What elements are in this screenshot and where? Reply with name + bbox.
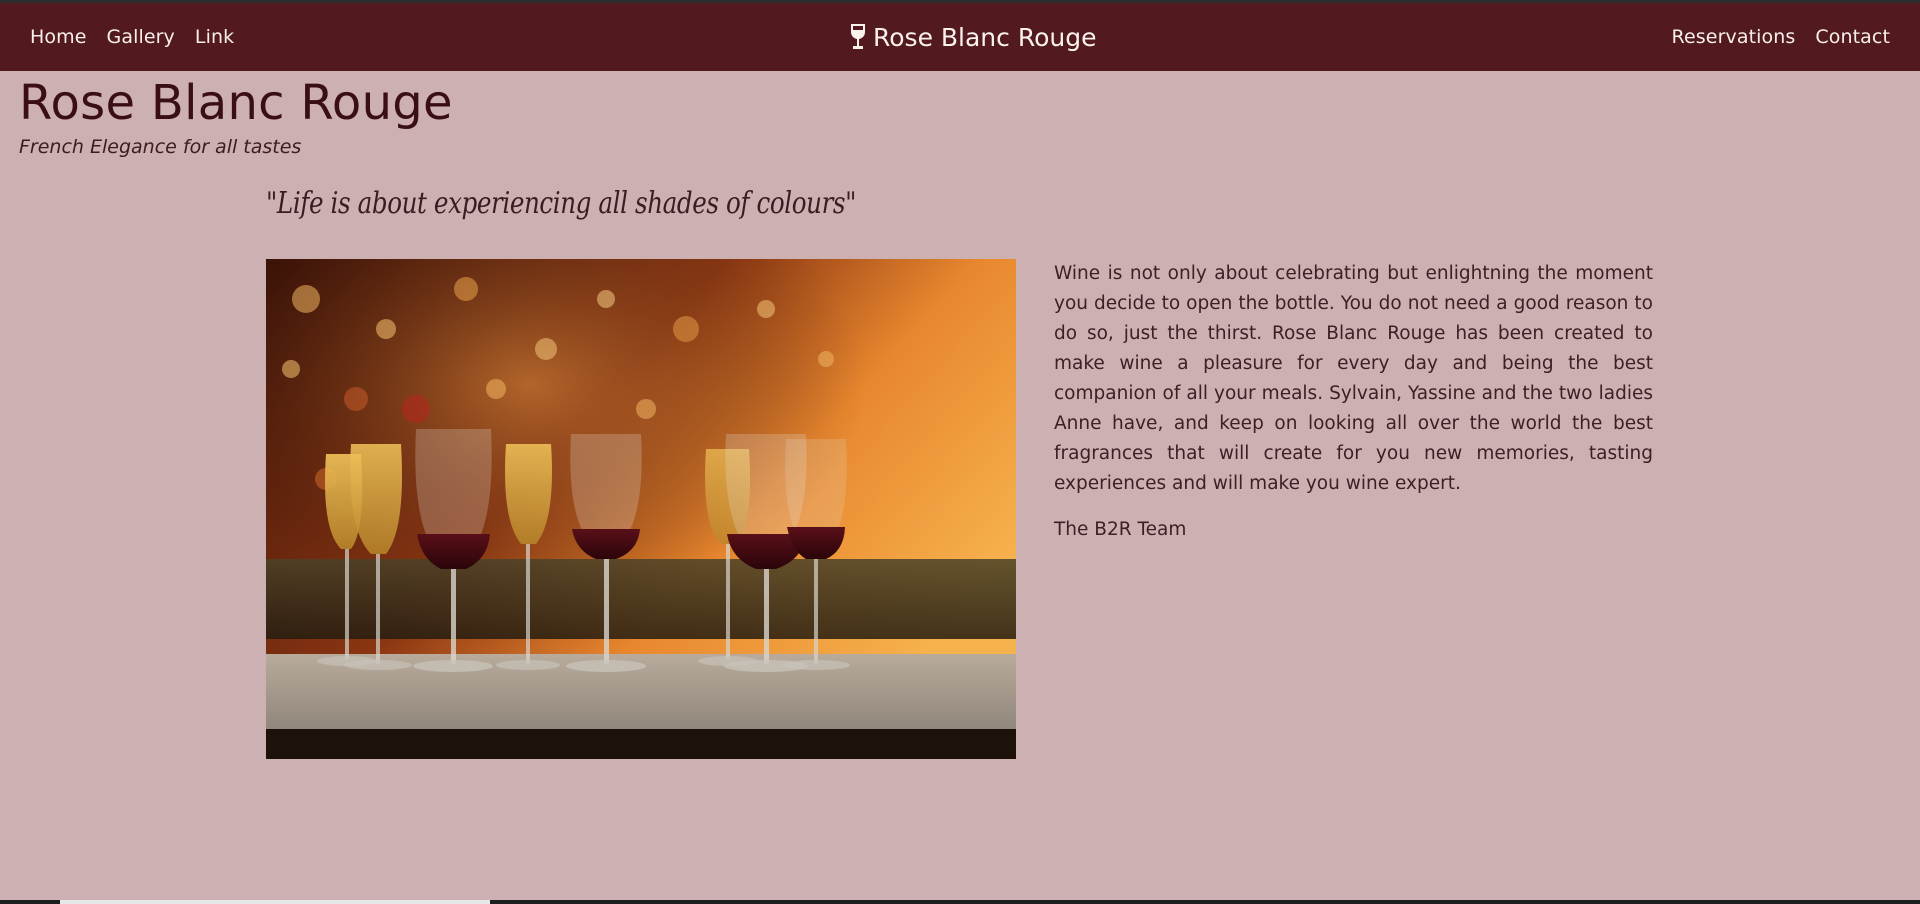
window-bottom-border: [0, 900, 1920, 904]
page-subtitle: French Elegance for all tastes: [19, 136, 302, 158]
quote-heading: "Life is about experiencing all shades o…: [266, 186, 857, 221]
team-signature: The B2R Team: [1054, 519, 1187, 540]
navbar-brand[interactable]: Rose Blanc Rouge: [849, 3, 1097, 71]
scrollbar-thumb[interactable]: [60, 900, 490, 904]
nav-link-gallery[interactable]: Gallery: [107, 26, 175, 48]
nav-link-contact[interactable]: Contact: [1815, 26, 1890, 48]
nav-link-link[interactable]: Link: [195, 26, 234, 48]
brand-name: Rose Blanc Rouge: [873, 22, 1097, 52]
nav-right-group: Reservations Contact: [1652, 3, 1890, 71]
navbar: Home Gallery Link Rose Blanc Rouge Reser…: [0, 3, 1920, 71]
nav-link-home[interactable]: Home: [30, 26, 87, 48]
nav-link-reservations[interactable]: Reservations: [1672, 26, 1796, 48]
wine-glass-icon: [849, 23, 867, 51]
intro-paragraph: Wine is not only about celebrating but e…: [1054, 263, 1653, 494]
intro-article: Wine is not only about celebrating but e…: [1054, 259, 1653, 561]
nav-left-group: Home Gallery Link: [30, 3, 254, 71]
page-title: Rose Blanc Rouge: [19, 75, 453, 131]
wine-glasses-photo: [266, 259, 1016, 759]
